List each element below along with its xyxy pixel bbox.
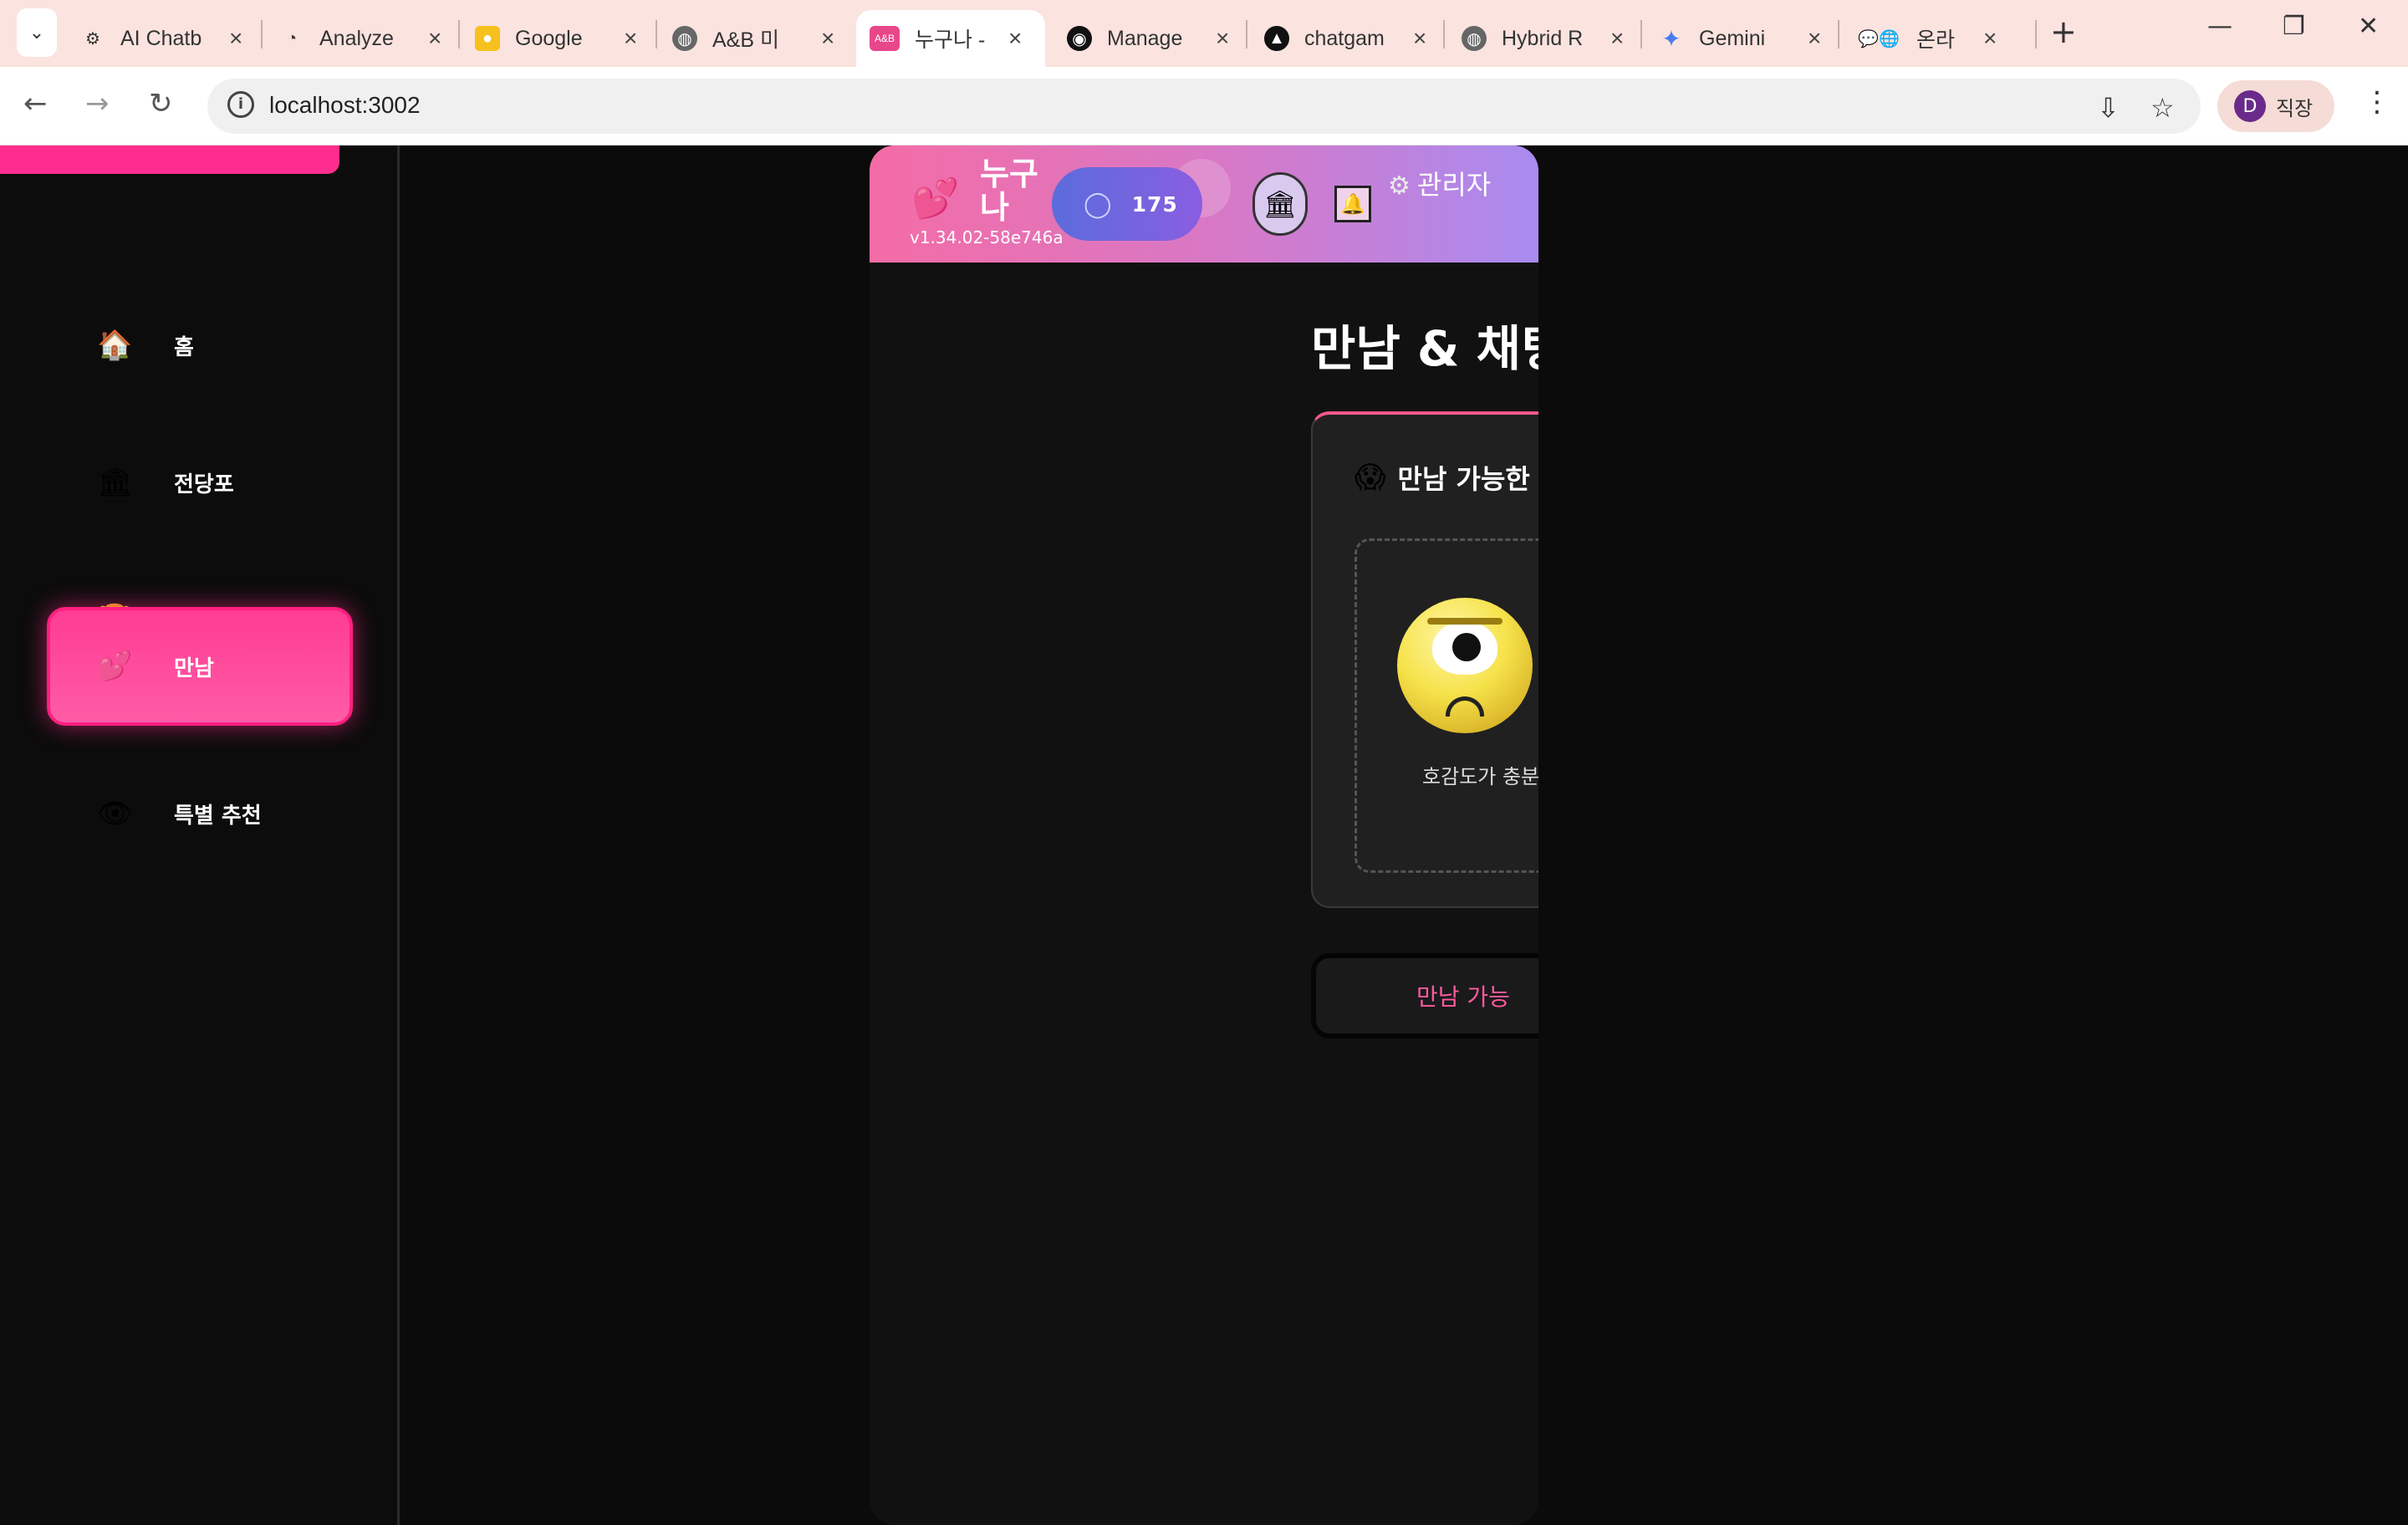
sidebar-item-label: 만남 xyxy=(174,655,214,681)
browser-tab[interactable]: ◉ Manage × xyxy=(1067,10,1229,67)
bank-icon: 🏛 xyxy=(1263,188,1298,220)
sidebar-item-label: 전당포 xyxy=(174,472,234,497)
ab-app-icon: A&B xyxy=(870,26,900,51)
reload-icon[interactable]: ↻ xyxy=(149,87,173,120)
browser-tab-bar: ⌄ ⚙ AI Chatb × ◔ Analyze × ● Google × ◍ … xyxy=(0,0,2408,67)
available-button-label: 만남 가능 xyxy=(1416,983,1510,1011)
admin-button[interactable]: ⚙ 관리자 xyxy=(1388,164,1513,207)
tab-title: Analyze xyxy=(319,26,394,50)
notification-button[interactable]: 🔔 xyxy=(1334,186,1371,222)
coin-balance[interactable]: ◯ 175 xyxy=(1052,167,1202,241)
sidebar-item-home[interactable]: 🏠 홈 xyxy=(50,288,351,403)
gemini-icon: ✦ xyxy=(1661,25,1681,52)
tab-title: Hybrid R xyxy=(1502,26,1584,50)
browser-tab[interactable]: ● Google × xyxy=(475,10,637,67)
url-text[interactable]: localhost:3002 xyxy=(269,92,421,119)
browser-tab[interactable]: 💬🌐 온라 × xyxy=(1856,10,1997,67)
tab-title: chatgam xyxy=(1304,26,1385,50)
forward-icon[interactable]: → xyxy=(85,87,110,120)
close-icon[interactable]: × xyxy=(229,25,242,52)
page-title: 만남 & 채팅 xyxy=(1311,320,1538,377)
close-icon[interactable]: × xyxy=(1610,25,1624,52)
tab-title: Manage xyxy=(1107,26,1183,50)
face-icon: 😱 xyxy=(1354,460,1386,495)
close-icon[interactable]: × xyxy=(1216,25,1229,52)
profile-name: 직장 xyxy=(2276,96,2314,120)
close-window-icon[interactable]: ✕ xyxy=(2358,12,2379,41)
browser-tab[interactable]: ◔ Analyze × xyxy=(279,10,441,67)
ring-icon: ◯ xyxy=(1084,189,1112,219)
house-icon: 🏠 xyxy=(97,329,133,362)
app-version: v1.34.02-58e746a xyxy=(910,227,1064,247)
close-icon[interactable]: × xyxy=(1413,25,1426,52)
sidebar-item-special[interactable]: 👁 특별 추천 xyxy=(50,756,351,871)
sidebar-item-label: 특별 추천 xyxy=(174,803,262,829)
close-icon[interactable]: × xyxy=(1008,25,1022,52)
close-icon[interactable]: × xyxy=(624,25,637,52)
bank-icon: 🏛 xyxy=(97,466,134,499)
browser-tab[interactable]: ⚙ AI Chatb × xyxy=(80,10,242,67)
sidebar-item-label: 홈 xyxy=(174,334,194,360)
back-icon[interactable]: ← xyxy=(23,87,48,120)
available-matches-card: 😱 만남 가능한 호감도가 충분 xyxy=(1311,411,1538,908)
tab-title: A&B 미 xyxy=(712,28,779,52)
special-icon: 👁 xyxy=(97,797,134,830)
chatgame-icon: ▲ xyxy=(1264,26,1289,51)
google-keep-icon: ● xyxy=(475,26,500,51)
card-header: 😱 만남 가능한 xyxy=(1354,458,1530,497)
browser-tab-active[interactable]: A&B 누구나 - × xyxy=(856,10,1045,67)
close-icon[interactable]: × xyxy=(1983,25,1997,52)
card-title: 만남 가능한 xyxy=(1397,463,1530,495)
tab-title: 온라 xyxy=(1916,28,1956,52)
close-icon[interactable]: × xyxy=(1808,25,1821,52)
tab-title: 누구나 - xyxy=(915,28,986,52)
sidebar-top-accent xyxy=(0,145,339,174)
app-panel: 💕 누구나 v1.34.02-58e746a ◯ 175 🏛 🔔 ⚙ 관리자 만남… xyxy=(870,145,1538,1525)
globe-icon: ◍ xyxy=(672,26,697,51)
install-app-icon[interactable]: ⇩ xyxy=(2097,92,2120,124)
globe-icon: ◍ xyxy=(1462,26,1487,51)
close-icon[interactable]: × xyxy=(428,25,441,52)
avatar: D xyxy=(2234,90,2266,122)
minimize-icon[interactable]: — xyxy=(2207,12,2232,41)
profile-button[interactable]: D 직장 xyxy=(2217,80,2334,132)
coin-count: 175 xyxy=(1131,191,1178,217)
tab-title: AI Chatb xyxy=(120,26,202,50)
close-icon[interactable]: × xyxy=(821,25,834,52)
available-meeting-button[interactable]: 만남 가능 xyxy=(1311,953,1538,1038)
gear-icon: ⚙ xyxy=(1388,171,1411,201)
browser-tab[interactable]: ▲ chatgam × xyxy=(1264,10,1426,67)
restore-icon[interactable]: ❐ xyxy=(2283,12,2305,41)
github-icon: ◉ xyxy=(1067,26,1092,51)
sidebar-item-meeting[interactable]: 💕 만남 xyxy=(47,607,353,726)
analyze-icon: ◔ xyxy=(286,28,298,48)
chat-bubble-icon: 💬🌐 xyxy=(1858,29,1900,48)
empty-state-text: 호감도가 충분 xyxy=(1422,765,1538,788)
app-header: 💕 누구나 v1.34.02-58e746a ◯ 175 🏛 🔔 ⚙ 관리자 xyxy=(870,145,1538,263)
bookmark-star-icon[interactable]: ☆ xyxy=(2150,92,2175,124)
chevron-down-icon: ⌄ xyxy=(28,22,45,43)
hearts-logo-icon: 💕 xyxy=(911,176,960,221)
admin-label: 관리자 xyxy=(1416,169,1492,201)
browser-tab[interactable]: ◍ A&B 미 × xyxy=(672,10,834,67)
empty-state: 호감도가 충분 xyxy=(1354,538,1538,873)
site-info-icon[interactable]: i xyxy=(227,91,254,118)
openai-icon: ⚙ xyxy=(85,29,100,48)
browser-tab[interactable]: ✦ Gemini × xyxy=(1659,10,1821,67)
cyclops-emoji-icon xyxy=(1397,598,1533,733)
browser-toolbar: ← → ↻ i localhost:3002 ⇩ ☆ D 직장 ⋮ xyxy=(0,67,2408,145)
hearts-icon: 💕 xyxy=(97,650,133,683)
browser-tab[interactable]: ◍ Hybrid R × xyxy=(1462,10,1624,67)
app-name: 누구나 xyxy=(980,156,1038,226)
menu-kebab-icon[interactable]: ⋮ xyxy=(2363,85,2391,119)
tab-search-button[interactable]: ⌄ xyxy=(17,8,57,57)
tab-title: Google xyxy=(515,26,583,50)
sidebar: 🏠 홈 🏛 전당포 🏆 랭킹 💕 만남 👁 특별 추천 xyxy=(0,145,400,1525)
new-tab-button[interactable]: + xyxy=(2050,13,2077,50)
tab-title: Gemini xyxy=(1699,26,1766,50)
sidebar-item-pawnshop[interactable]: 🏛 전당포 xyxy=(50,425,351,540)
bell-icon: 🔔 xyxy=(1340,192,1365,216)
address-bar[interactable]: i localhost:3002 ⇩ ☆ xyxy=(207,79,2201,134)
pawnshop-button[interactable]: 🏛 xyxy=(1252,172,1308,236)
